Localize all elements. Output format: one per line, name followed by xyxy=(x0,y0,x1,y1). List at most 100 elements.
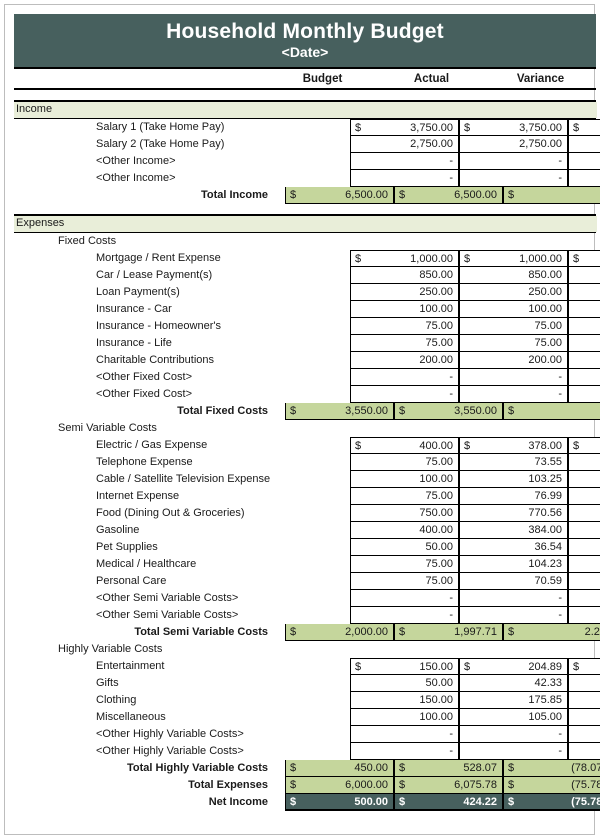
cell-budget[interactable]: 75.00 xyxy=(350,556,459,573)
cell-variance[interactable]: (20.56) xyxy=(568,505,600,522)
cell-actual[interactable]: 850.00 xyxy=(459,267,568,284)
total-actual[interactable]: $6,500.00 xyxy=(394,187,503,204)
cell-variance[interactable]: - xyxy=(568,590,600,607)
cell-actual[interactable]: $1,000.00 xyxy=(459,250,568,267)
total-actual[interactable]: $424.22 xyxy=(394,794,503,811)
cell-actual[interactable]: 103.25 xyxy=(459,471,568,488)
cell-actual[interactable]: - xyxy=(459,607,568,624)
cell-variance[interactable]: $22.00 xyxy=(568,437,600,454)
cell-actual[interactable]: $378.00 xyxy=(459,437,568,454)
cell-actual[interactable]: 250.00 xyxy=(459,284,568,301)
cell-actual[interactable]: $204.89 xyxy=(459,658,568,675)
cell-actual[interactable]: $3,750.00 xyxy=(459,119,568,136)
cell-variance[interactable]: - xyxy=(568,352,600,369)
cell-budget[interactable]: 2,750.00 xyxy=(350,136,459,153)
cell-actual[interactable]: 104.23 xyxy=(459,556,568,573)
cell-budget[interactable]: 400.00 xyxy=(350,522,459,539)
cell-variance[interactable]: 4.41 xyxy=(568,573,600,590)
total-variance[interactable]: $- xyxy=(503,187,600,204)
cell-actual[interactable]: - xyxy=(459,170,568,187)
cell-variance[interactable]: (1.99) xyxy=(568,488,600,505)
cell-variance[interactable]: (3.25) xyxy=(568,471,600,488)
cell-budget[interactable]: - xyxy=(350,369,459,386)
cell-budget[interactable]: 150.00 xyxy=(350,692,459,709)
total-budget[interactable]: $450.00 xyxy=(285,760,394,777)
cell-budget[interactable]: $400.00 xyxy=(350,437,459,454)
cell-actual[interactable]: - xyxy=(459,369,568,386)
total-budget[interactable]: $6,000.00 xyxy=(285,777,394,794)
cell-budget[interactable]: - xyxy=(350,153,459,170)
total-variance[interactable]: $2.29 xyxy=(503,624,600,641)
cell-variance[interactable]: - xyxy=(568,607,600,624)
cell-variance[interactable]: - xyxy=(568,318,600,335)
cell-variance[interactable]: - xyxy=(568,726,600,743)
cell-actual[interactable]: 75.00 xyxy=(459,335,568,352)
total-budget[interactable]: $6,500.00 xyxy=(285,187,394,204)
cell-variance[interactable]: - xyxy=(568,743,600,760)
cell-variance[interactable]: 1.45 xyxy=(568,454,600,471)
cell-actual[interactable]: 73.55 xyxy=(459,454,568,471)
cell-actual[interactable]: - xyxy=(459,153,568,170)
cell-variance[interactable]: - xyxy=(568,335,600,352)
cell-budget[interactable]: - xyxy=(350,590,459,607)
cell-budget[interactable]: 100.00 xyxy=(350,709,459,726)
cell-variance[interactable]: (5.00) xyxy=(568,709,600,726)
cell-budget[interactable]: 100.00 xyxy=(350,471,459,488)
total-variance[interactable]: $ (75.78) xyxy=(503,777,600,794)
cell-budget[interactable]: 750.00 xyxy=(350,505,459,522)
cell-variance[interactable]: $(54.89) xyxy=(568,658,600,675)
cell-actual[interactable]: 200.00 xyxy=(459,352,568,369)
cell-variance[interactable]: 7.67 xyxy=(568,675,600,692)
cell-variance[interactable]: - xyxy=(568,369,600,386)
total-variance[interactable]: $ (78.07) xyxy=(503,760,600,777)
cell-actual[interactable]: 75.00 xyxy=(459,318,568,335)
cell-variance[interactable]: (25.85) xyxy=(568,692,600,709)
total-actual[interactable]: $6,075.78 xyxy=(394,777,503,794)
cell-budget[interactable]: 850.00 xyxy=(350,267,459,284)
cell-budget[interactable]: 75.00 xyxy=(350,454,459,471)
cell-actual[interactable]: - xyxy=(459,743,568,760)
cell-variance[interactable]: - xyxy=(568,153,600,170)
total-actual[interactable]: $1,997.71 xyxy=(394,624,503,641)
date-placeholder[interactable]: <Date> xyxy=(14,44,596,61)
cell-actual[interactable]: - xyxy=(459,590,568,607)
cell-variance[interactable]: - xyxy=(568,267,600,284)
total-budget[interactable]: $2,000.00 xyxy=(285,624,394,641)
cell-actual[interactable]: 76.99 xyxy=(459,488,568,505)
cell-actual[interactable]: 770.56 xyxy=(459,505,568,522)
cell-budget[interactable]: $3,750.00 xyxy=(350,119,459,136)
cell-budget[interactable]: 250.00 xyxy=(350,284,459,301)
cell-actual[interactable]: 70.59 xyxy=(459,573,568,590)
cell-actual[interactable]: 105.00 xyxy=(459,709,568,726)
cell-variance[interactable]: - xyxy=(568,301,600,318)
cell-budget[interactable]: 200.00 xyxy=(350,352,459,369)
cell-budget[interactable]: 50.00 xyxy=(350,539,459,556)
cell-actual[interactable]: 2,750.00 xyxy=(459,136,568,153)
cell-variance[interactable]: - xyxy=(568,284,600,301)
cell-budget[interactable]: 75.00 xyxy=(350,335,459,352)
cell-budget[interactable]: - xyxy=(350,743,459,760)
cell-actual[interactable]: - xyxy=(459,386,568,403)
cell-actual[interactable]: - xyxy=(459,726,568,743)
cell-actual[interactable]: 36.54 xyxy=(459,539,568,556)
cell-budget[interactable]: $150.00 xyxy=(350,658,459,675)
cell-actual[interactable]: 175.85 xyxy=(459,692,568,709)
cell-variance[interactable]: - xyxy=(568,386,600,403)
cell-variance[interactable]: $- xyxy=(568,119,600,136)
cell-variance[interactable]: - xyxy=(568,170,600,187)
cell-actual[interactable]: 100.00 xyxy=(459,301,568,318)
total-variance[interactable]: $ (75.78) xyxy=(503,794,600,811)
cell-budget[interactable]: 75.00 xyxy=(350,488,459,505)
total-actual[interactable]: $528.07 xyxy=(394,760,503,777)
cell-budget[interactable]: $1,000.00 xyxy=(350,250,459,267)
cell-variance[interactable]: - xyxy=(568,136,600,153)
total-actual[interactable]: $3,550.00 xyxy=(394,403,503,420)
cell-variance[interactable]: (29.23) xyxy=(568,556,600,573)
cell-variance[interactable]: $- xyxy=(568,250,600,267)
total-budget[interactable]: $500.00 xyxy=(285,794,394,811)
cell-actual[interactable]: 42.33 xyxy=(459,675,568,692)
cell-budget[interactable]: - xyxy=(350,726,459,743)
cell-budget[interactable]: 75.00 xyxy=(350,573,459,590)
cell-actual[interactable]: 384.00 xyxy=(459,522,568,539)
cell-variance[interactable]: 13.46 xyxy=(568,539,600,556)
